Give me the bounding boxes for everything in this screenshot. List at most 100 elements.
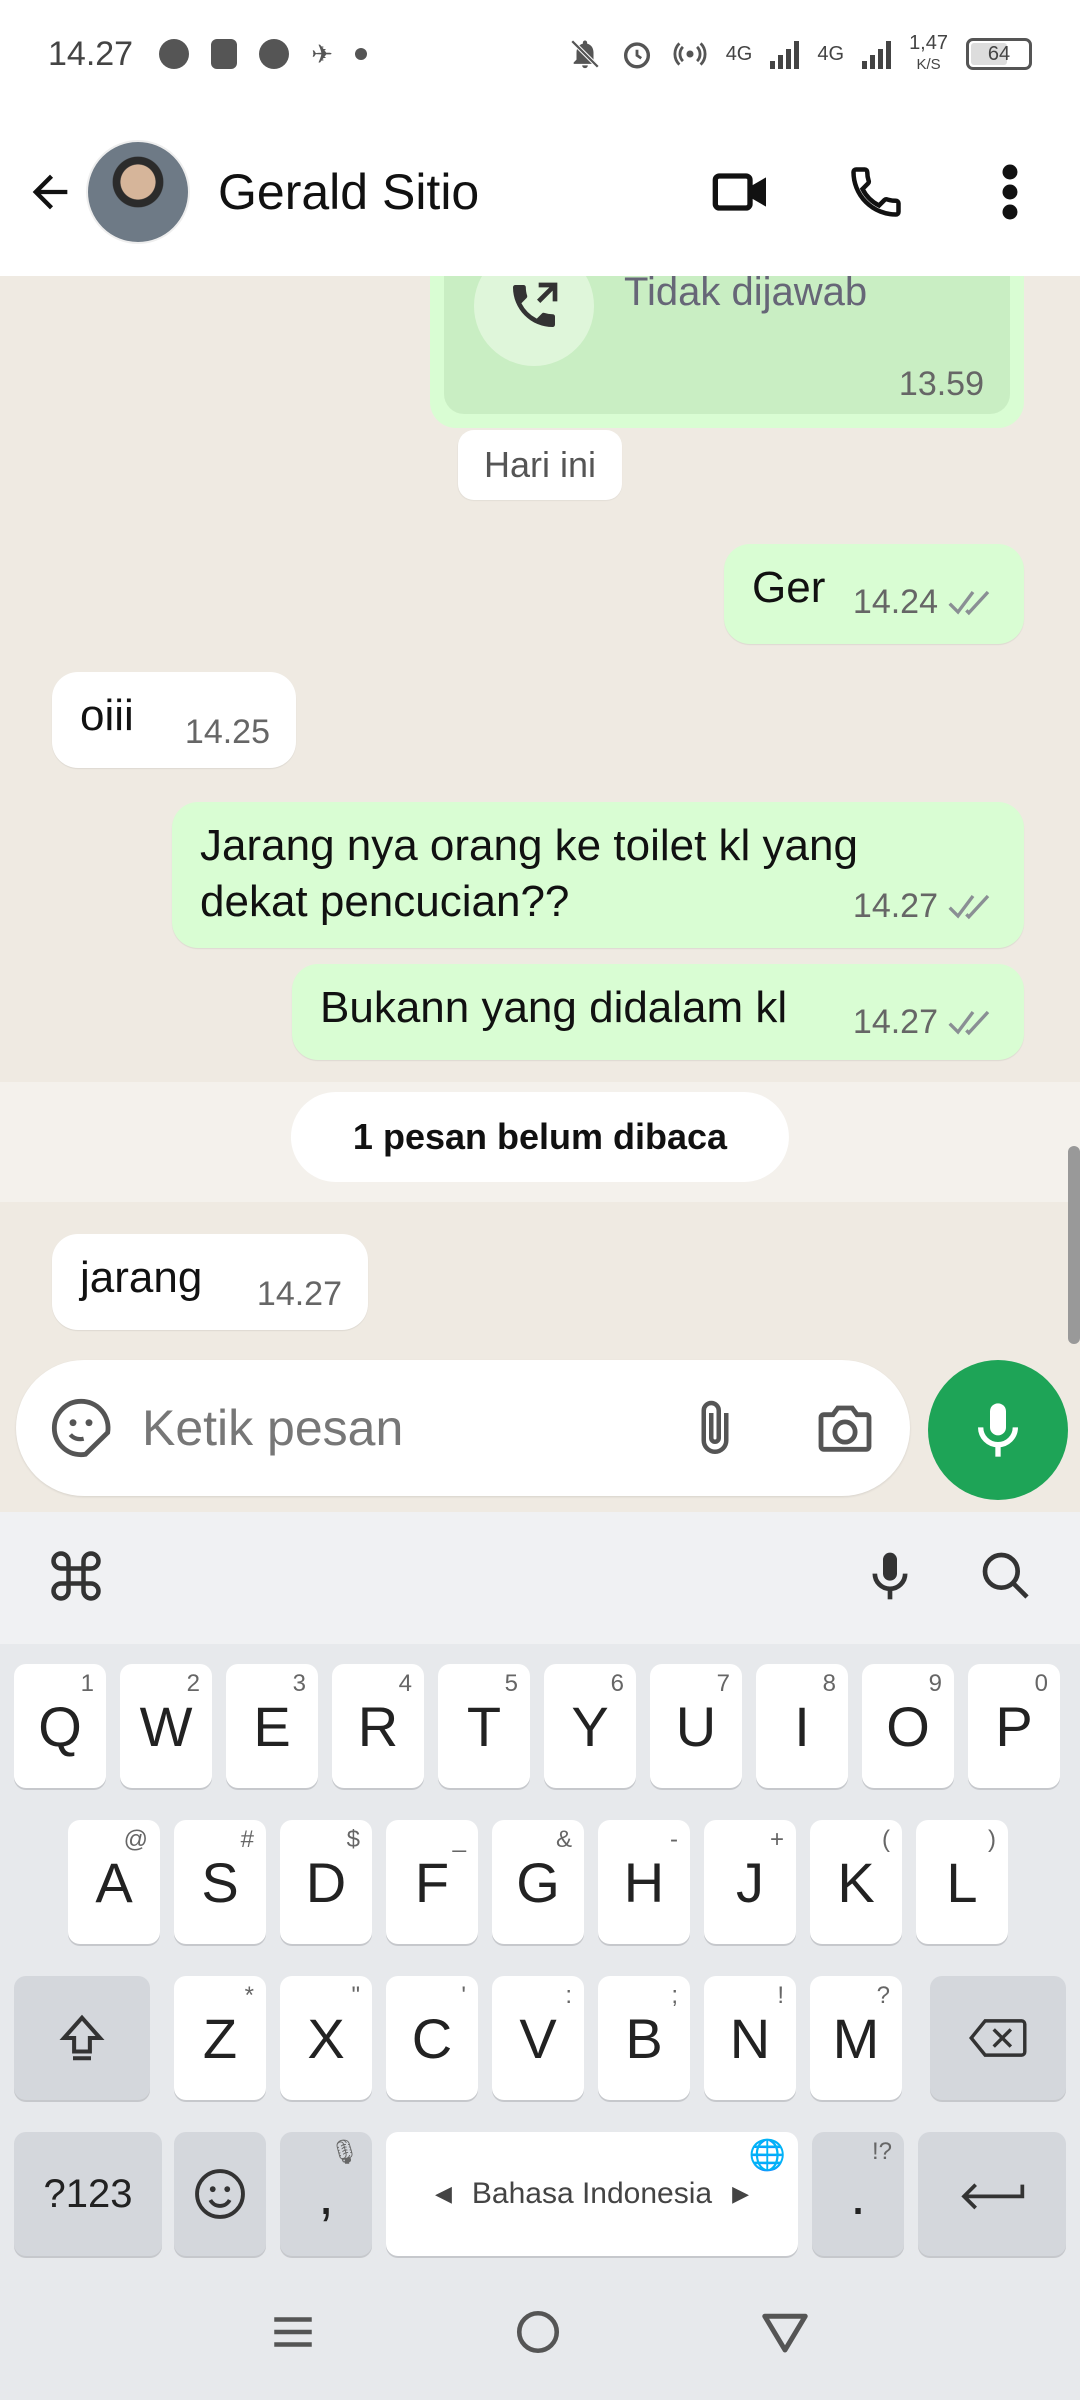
alarm-icon bbox=[623, 42, 650, 69]
key-d[interactable]: D $ bbox=[280, 1820, 372, 1944]
home-button[interactable] bbox=[513, 2307, 563, 2362]
outgoing-message[interactable]: Bukann yang didalam kl 14.27 bbox=[292, 964, 1024, 1060]
symbols-key[interactable]: ?123 bbox=[14, 2132, 162, 2256]
key-label: I bbox=[794, 1694, 810, 1758]
signal-bars-icon bbox=[770, 39, 800, 69]
scrollbar[interactable] bbox=[1068, 1146, 1080, 1344]
back-nav-button[interactable] bbox=[758, 2309, 812, 2360]
key-label: D bbox=[305, 1850, 347, 1914]
microphone-icon bbox=[872, 1552, 908, 1599]
more-options-button[interactable] bbox=[978, 160, 1042, 224]
key-u[interactable]: U7 bbox=[650, 1664, 742, 1788]
key-p[interactable]: P0 bbox=[968, 1664, 1060, 1788]
key-f[interactable]: F _ bbox=[386, 1820, 478, 1944]
keyboard-menu-button[interactable] bbox=[46, 1546, 106, 1611]
key-j[interactable]: J + bbox=[704, 1820, 796, 1944]
read-ticks-icon bbox=[948, 590, 990, 616]
day-separator: Hari ini bbox=[457, 430, 623, 500]
key-hint: - bbox=[670, 1826, 678, 1853]
message-text: oiii bbox=[80, 691, 134, 740]
emoji-key[interactable] bbox=[174, 2132, 266, 2256]
paperclip-icon bbox=[701, 1400, 729, 1454]
backspace-icon bbox=[969, 2019, 1027, 2057]
key-hint: ; bbox=[671, 1982, 678, 2009]
key-b[interactable]: B; bbox=[598, 1976, 690, 2100]
microphone-icon bbox=[978, 1403, 1018, 1457]
camera-button[interactable] bbox=[810, 1393, 880, 1463]
key-o[interactable]: O9 bbox=[862, 1664, 954, 1788]
sticker-button[interactable] bbox=[46, 1393, 116, 1463]
network-type-2: 4G bbox=[817, 43, 845, 65]
menu-button[interactable] bbox=[268, 2310, 318, 2359]
keyboard-search-button[interactable] bbox=[978, 1548, 1034, 1609]
missed-call-message[interactable]: Tidak dijawab 13.59 bbox=[430, 276, 1024, 428]
backspace-key[interactable] bbox=[930, 1976, 1066, 2100]
status-right-icons: 4G 4G 1,47 K/S 64 bbox=[568, 33, 1032, 75]
key-hint: _ bbox=[452, 1826, 466, 1853]
voice-call-button[interactable] bbox=[844, 160, 908, 224]
video-call-button[interactable] bbox=[710, 160, 774, 224]
enter-key[interactable] bbox=[918, 2132, 1066, 2256]
message-time: 14.27 bbox=[256, 1275, 342, 1313]
key-label: F bbox=[414, 1850, 450, 1914]
network-speed: 1,47 K/S bbox=[909, 33, 948, 75]
keyboard-voice-button[interactable] bbox=[862, 1544, 918, 1613]
key-r[interactable]: R4 bbox=[332, 1664, 424, 1788]
key-m[interactable]: M? bbox=[810, 1976, 902, 2100]
key-label: W bbox=[139, 1694, 193, 1758]
key-k[interactable]: K( bbox=[810, 1820, 902, 1944]
incoming-message[interactable]: jarang 14.27 bbox=[52, 1234, 368, 1330]
outgoing-call-icon bbox=[474, 276, 594, 366]
key-q[interactable]: Q1 bbox=[14, 1664, 106, 1788]
chat-area[interactable]: Tidak dijawab 13.59 Hari ini Ger 14.24 o… bbox=[0, 276, 1080, 1512]
shift-key[interactable] bbox=[14, 1976, 150, 2100]
right-arrow-icon: ▶ bbox=[732, 2181, 750, 2206]
key-l[interactable]: L) bbox=[916, 1820, 1008, 1944]
message-input[interactable] bbox=[142, 1399, 622, 1457]
key-i[interactable]: I8 bbox=[756, 1664, 848, 1788]
key-a[interactable]: A @ bbox=[68, 1820, 160, 1944]
key-c[interactable]: C ' bbox=[386, 1976, 478, 2100]
key-label: B bbox=[625, 2006, 663, 2070]
key-label: P bbox=[995, 1694, 1033, 1758]
key-hint: # bbox=[240, 1826, 254, 1853]
key-y[interactable]: Y6 bbox=[544, 1664, 636, 1788]
period-key[interactable]: .!? bbox=[812, 2132, 904, 2256]
key-t[interactable]: T5 bbox=[438, 1664, 530, 1788]
key-s[interactable]: S # bbox=[174, 1820, 266, 1944]
back-button[interactable] bbox=[20, 162, 80, 222]
key-v[interactable]: V: bbox=[492, 1976, 584, 2100]
read-ticks-icon bbox=[948, 894, 990, 920]
key-hint: 4 bbox=[398, 1670, 412, 1697]
comma-key[interactable]: , 🎙 bbox=[280, 2132, 372, 2256]
key-w[interactable]: W2 bbox=[120, 1664, 212, 1788]
on-screen-keyboard: Q1 W2 E3 R4 T5 Y6 U7 I8 O9 P0 A @ S # D $ F… bbox=[0, 1512, 1080, 2400]
outgoing-message[interactable]: Jarang nya orang ke toilet kl yang dekat… bbox=[172, 802, 1024, 948]
message-text: Ger bbox=[752, 563, 826, 612]
key-z[interactable]: Z * bbox=[174, 1976, 266, 2100]
incoming-message[interactable]: oiii 14.25 bbox=[52, 672, 296, 768]
outgoing-message[interactable]: Ger 14.24 bbox=[724, 544, 1024, 644]
key-e[interactable]: E3 bbox=[226, 1664, 318, 1788]
contact-name[interactable]: Gerald Sitio bbox=[218, 163, 479, 221]
key-hint: $ bbox=[346, 1826, 360, 1853]
key-n[interactable]: N! bbox=[704, 1976, 796, 2100]
key-h[interactable]: H- bbox=[598, 1820, 690, 1944]
left-arrow-icon: ◀ bbox=[434, 2181, 452, 2206]
space-key[interactable]: ◀ Bahasa Indonesia ▶ 🌐 bbox=[386, 2132, 798, 2256]
message-composer bbox=[16, 1360, 910, 1496]
chat-header: Gerald Sitio bbox=[0, 108, 1080, 276]
notification-icon bbox=[159, 39, 190, 69]
voice-message-button[interactable] bbox=[928, 1360, 1068, 1500]
back-arrow-icon bbox=[32, 174, 68, 210]
battery-icon: 64 bbox=[966, 38, 1032, 70]
attach-button[interactable] bbox=[680, 1393, 750, 1463]
avatar[interactable] bbox=[86, 140, 190, 244]
key-x[interactable]: X " bbox=[280, 1976, 372, 2100]
key-g[interactable]: G & bbox=[492, 1820, 584, 1944]
more-notifications-dot-icon bbox=[354, 48, 367, 60]
shift-icon bbox=[59, 2014, 105, 2061]
mic-hint-icon: 🎙 bbox=[329, 2139, 360, 2166]
key-hint: : bbox=[565, 1982, 572, 2009]
key-label: V bbox=[519, 2006, 557, 2070]
